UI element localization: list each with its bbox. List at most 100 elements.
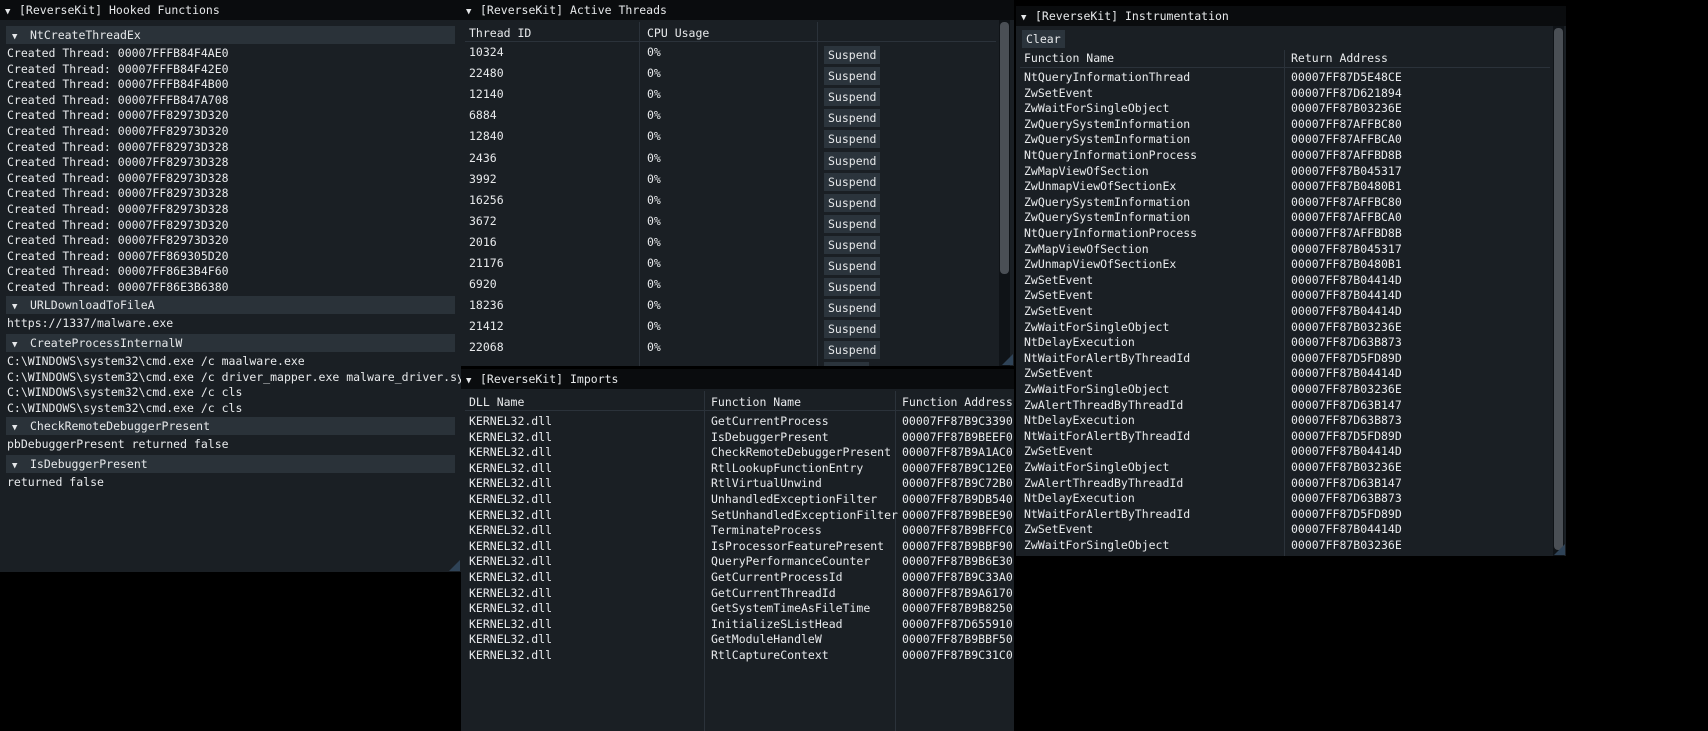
collapse-triangle-icon[interactable]: ▼ — [5, 2, 19, 22]
header-separator — [1020, 67, 1550, 68]
suspend-button[interactable]: Suspend — [824, 46, 881, 64]
dll-name-cell: KERNEL32.dll — [469, 429, 553, 444]
column-header-return-address[interactable]: Return Address — [1291, 51, 1388, 65]
window-title: [ReverseKit] Imports — [480, 372, 619, 386]
threads-scrollbar[interactable] — [999, 20, 1010, 366]
section-header-label: CheckRemoteDebuggerPresent — [30, 419, 211, 433]
function-address-cell: 00007FF87B9DB540 — [902, 492, 1013, 506]
suspend-button[interactable]: Suspend — [824, 341, 881, 360]
log-line: Created Thread: 00007FFFB84F4AE0 — [7, 46, 229, 60]
resize-grip-icon[interactable] — [1554, 544, 1565, 555]
return-address-cell: 00007FF87D5FD89D — [1291, 350, 1402, 365]
suspend-button[interactable]: Suspend — [824, 67, 881, 86]
dll-name-cell: KERNEL32.dll — [469, 476, 553, 491]
function-address-cell: 00007FF87B9C12E0 — [902, 460, 1013, 475]
function-name-cell: GetModuleHandleW — [711, 632, 822, 647]
threads-scrollbar-thumb[interactable] — [1000, 22, 1009, 274]
function-name-cell: SetUnhandledExceptionFilter — [711, 507, 898, 522]
suspend-button[interactable]: Suspend — [824, 151, 881, 170]
active-threads-titlebar[interactable]: ▼ [ReverseKit] Active Threads — [461, 0, 1014, 20]
resize-grip-icon[interactable] — [1002, 354, 1013, 365]
column-header-function-name[interactable]: Function Name — [711, 395, 801, 409]
suspend-button[interactable]: Suspend — [824, 109, 881, 128]
instrumentation-titlebar[interactable]: ▼ [ReverseKit] Instrumentation — [1016, 6, 1566, 26]
clear-button[interactable]: Clear — [1022, 30, 1065, 48]
return-address-cell: 00007FF87D621894 — [1291, 85, 1402, 100]
section-header[interactable]: ▼ CheckRemoteDebuggerPresent — [6, 417, 455, 435]
resize-grip-icon[interactable] — [449, 560, 460, 571]
column-separator[interactable] — [817, 22, 818, 366]
collapse-triangle-icon[interactable]: ▼ — [1021, 8, 1035, 28]
section-header[interactable]: ▼ CreateProcessInternalW — [6, 334, 455, 352]
column-header-function-address[interactable]: Function Address — [902, 395, 1013, 409]
section-header[interactable]: ▼ IsDebuggerPresent — [6, 455, 455, 473]
thread-id-cell: 3992 — [469, 171, 497, 186]
collapse-triangle-icon[interactable]: ▼ — [466, 2, 480, 22]
column-header-cpu-usage[interactable]: CPU Usage — [647, 26, 709, 40]
dll-name-cell: KERNEL32.dll — [469, 554, 553, 569]
suspend-button[interactable]: Suspend — [824, 193, 881, 212]
window-title: [ReverseKit] Active Threads — [480, 3, 667, 17]
suspend-button[interactable]: Suspend — [824, 88, 881, 107]
collapse-triangle-icon[interactable]: ▼ — [12, 419, 30, 437]
column-separator[interactable] — [895, 391, 896, 731]
function-name-cell: GetCurrentProcessId — [711, 570, 843, 584]
column-header-dll-name[interactable]: DLL Name — [469, 395, 524, 409]
return-address-cell: 00007FF87B03236E — [1291, 319, 1402, 334]
function-name-cell: NtWaitForAlertByThreadId — [1024, 506, 1191, 521]
log-line: Created Thread: 00007FF82973D320 — [7, 217, 229, 232]
return-address-cell: 00007FF87AFFBD8B — [1291, 226, 1402, 240]
suspend-button[interactable]: Suspend — [824, 235, 881, 254]
cpu-usage-cell: 0% — [647, 45, 661, 59]
imports-titlebar[interactable]: ▼ [ReverseKit] Imports — [461, 369, 1014, 389]
collapse-triangle-icon[interactable]: ▼ — [466, 371, 480, 391]
suspend-button[interactable]: Suspend — [824, 278, 881, 297]
column-separator[interactable] — [704, 391, 705, 731]
return-address-cell: 00007FF87B03236E — [1291, 538, 1402, 552]
collapse-triangle-icon[interactable]: ▼ — [12, 457, 30, 475]
return-address-cell: 00007FF87B03236E — [1291, 382, 1402, 396]
cpu-usage-cell: 0% — [647, 150, 661, 165]
function-name-cell: NtQueryInformationProcess — [1024, 148, 1198, 162]
function-name-cell: ZwQuerySystemInformation — [1024, 194, 1191, 209]
cpu-usage-cell: 0% — [647, 213, 661, 228]
collapse-triangle-icon[interactable]: ▼ — [12, 298, 30, 316]
dll-name-cell: KERNEL32.dll — [469, 507, 553, 522]
dll-name-cell: KERNEL32.dll — [469, 523, 553, 538]
dll-name-cell: KERNEL32.dll — [469, 570, 553, 584]
hooked-functions-titlebar[interactable]: ▼ [ReverseKit] Hooked Functions — [0, 0, 461, 20]
suspend-button[interactable]: Suspend — [824, 320, 881, 339]
instrumentation-scrollbar-thumb[interactable] — [1554, 28, 1563, 550]
cpu-usage-cell: 0% — [647, 66, 661, 81]
suspend-button[interactable]: Suspend — [824, 172, 881, 191]
suspend-button-partial[interactable] — [824, 362, 869, 366]
section-header[interactable]: ▼ URLDownloadToFileA — [6, 296, 455, 314]
thread-id-cell: 12140 — [469, 87, 504, 102]
suspend-button[interactable]: Suspend — [824, 299, 881, 318]
suspend-button[interactable]: Suspend — [824, 130, 881, 149]
suspend-button[interactable]: Suspend — [824, 214, 881, 233]
function-name-cell: ZwAlertThreadByThreadId — [1024, 397, 1184, 412]
return-address-cell: 00007FF87B045317 — [1291, 241, 1402, 256]
log-line: Created Thread: 00007FF82973D328 — [7, 202, 229, 216]
window-title: [ReverseKit] Hooked Functions — [19, 3, 220, 17]
hooked-functions-window: ▼ [ReverseKit] Hooked Functions ▼ NtCreate… — [0, 0, 461, 572]
log-line: C:\WINDOWS\system32\cmd.exe /c cls — [7, 385, 243, 400]
log-line: Created Thread: 00007FFFB84F42E0 — [7, 61, 229, 76]
cpu-usage-cell: 0% — [647, 192, 661, 207]
column-separator[interactable] — [1284, 50, 1285, 556]
function-address-cell: 00007FF87B9BEE90 — [902, 507, 1013, 522]
collapse-triangle-icon[interactable]: ▼ — [12, 28, 30, 46]
return-address-cell: 00007FF87AFFBD8B — [1291, 148, 1402, 162]
function-address-cell: 00007FF87B9C31C0 — [902, 648, 1013, 662]
column-separator[interactable] — [639, 22, 640, 366]
suspend-button[interactable]: Suspend — [824, 257, 881, 275]
section-header[interactable]: ▼ NtCreateThreadEx — [6, 26, 455, 44]
column-header-thread-id[interactable]: Thread ID — [469, 26, 531, 40]
function-address-cell: 80007FF87B9A6170 — [902, 585, 1013, 600]
function-address-cell: 00007FF87B9C72B0 — [902, 476, 1013, 491]
column-header-function-name[interactable]: Function Name — [1024, 51, 1114, 65]
collapse-triangle-icon[interactable]: ▼ — [12, 336, 30, 354]
instrumentation-scrollbar[interactable] — [1553, 26, 1564, 556]
function-address-cell: 00007FF87B9BBF50 — [902, 632, 1013, 647]
